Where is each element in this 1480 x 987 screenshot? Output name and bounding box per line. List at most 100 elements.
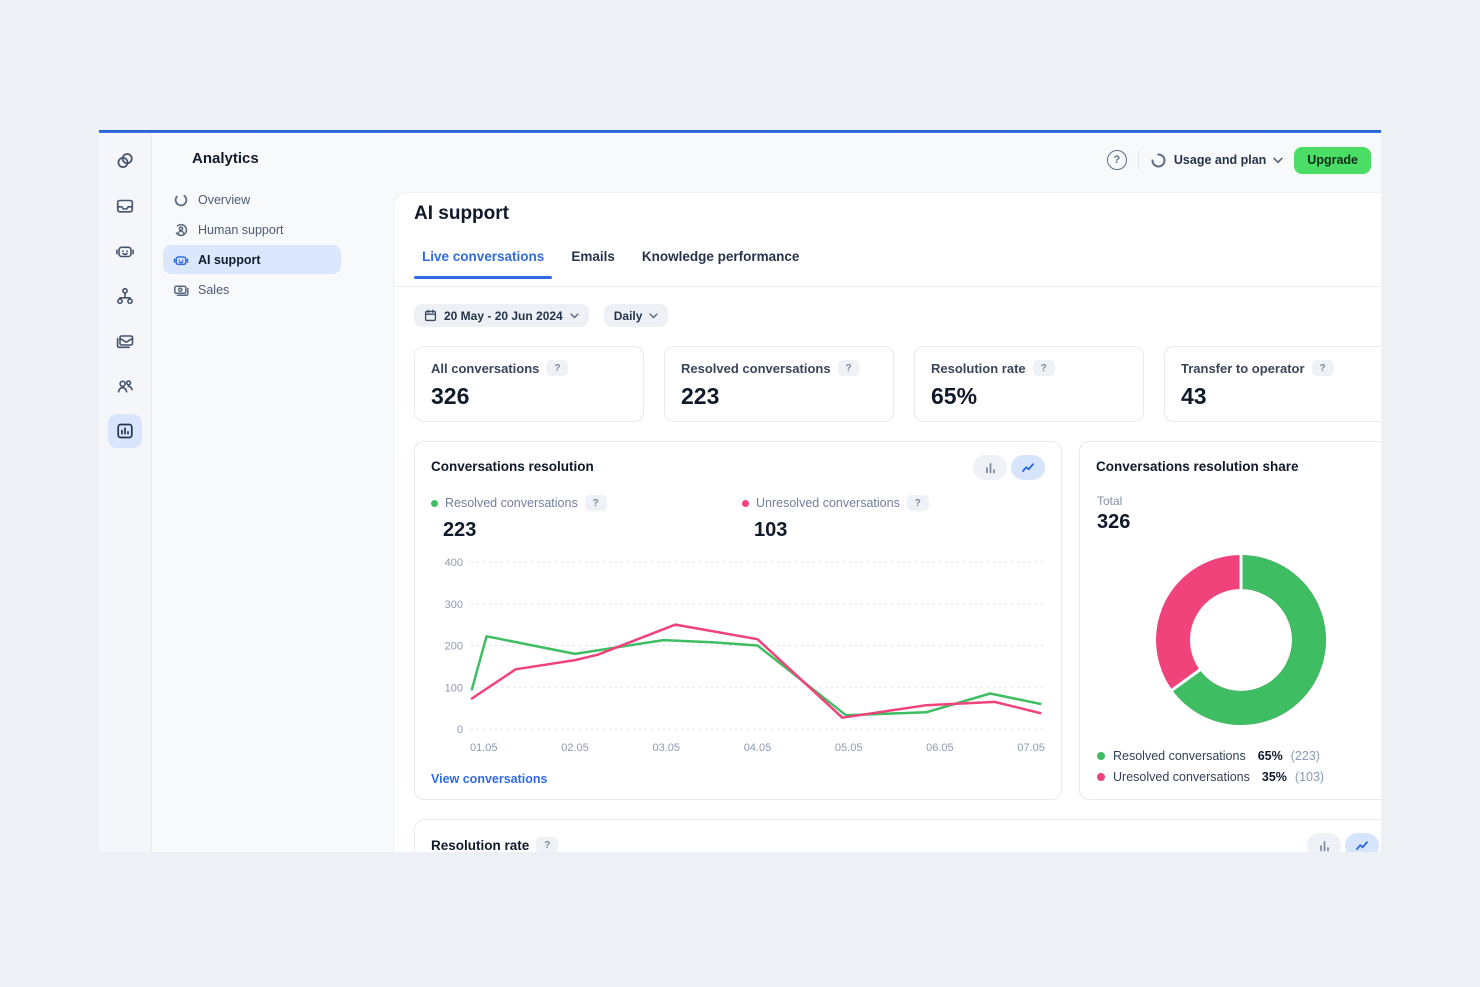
x-axis-label: 06.05 — [926, 742, 954, 754]
legend-label: Resolved conversations — [445, 496, 578, 510]
nav-item-sales[interactable]: Sales — [163, 275, 341, 304]
analytics-icon[interactable] — [108, 414, 142, 448]
human-support-icon — [173, 222, 189, 238]
legend-unresolved: Unresolved conversations ? 103 — [742, 495, 929, 542]
conversations-resolution-card: Conversations resolution Resolved conver… — [414, 441, 1062, 800]
stat-value: 223 — [681, 383, 877, 410]
header-controls: ? Usage and plan Upgrade — [1107, 143, 1371, 177]
conversations-resolution-share-card: Conversations resolution share Total 326… — [1079, 441, 1381, 800]
stat-label: All conversations — [431, 361, 539, 376]
sales-icon — [173, 282, 189, 298]
total-label: Total — [1097, 494, 1122, 508]
legend-label: Uresolved conversations — [1113, 770, 1250, 784]
contacts-icon[interactable] — [108, 369, 142, 403]
bar-chart-toggle-button[interactable] — [1307, 833, 1341, 852]
legend-label: Resolved conversations — [1113, 749, 1246, 763]
stat-cards: All conversations? 326 Resolved conversa… — [414, 346, 1381, 422]
stat-card-transfer-to-operator: Transfer to operator? 43 — [1164, 346, 1381, 422]
stat-value: 326 — [431, 383, 627, 410]
tabs: Live conversations Emails Knowledge perf… — [422, 249, 799, 279]
resolved-legend-dot — [1097, 752, 1105, 760]
legend-percent: 35% — [1262, 770, 1287, 784]
help-badge[interactable]: ? — [1033, 360, 1055, 376]
tab-live-conversations[interactable]: Live conversations — [422, 249, 544, 279]
chevron-down-icon — [1273, 157, 1283, 164]
help-badge[interactable]: ? — [907, 495, 929, 511]
card-title: Conversations resolution share — [1096, 459, 1299, 474]
legend-value: 103 — [754, 519, 929, 542]
card-title: Conversations resolution — [431, 459, 594, 474]
help-badge[interactable]: ? — [546, 360, 568, 376]
help-badge[interactable]: ? — [585, 495, 607, 511]
chart-type-toggle — [973, 455, 1045, 480]
stat-value: 65% — [931, 383, 1127, 410]
resolution-line-chart: 010020030040001.0502.0503.0504.0505.0506… — [431, 542, 1047, 758]
usage-and-plan-label: Usage and plan — [1174, 153, 1266, 167]
help-badge[interactable]: ? — [838, 360, 860, 376]
main-area: Analytics ? Usage and plan Upgrade — [151, 133, 1381, 852]
resolved-legend-dot — [431, 500, 438, 507]
x-axis-label: 02.05 — [561, 742, 589, 754]
legend-label: Unresolved conversations — [756, 496, 900, 510]
date-range-picker[interactable]: 20 May - 20 Jun 2024 — [414, 304, 589, 327]
app-window: Analytics ? Usage and plan Upgrade — [99, 130, 1381, 852]
unresolved-legend-dot — [742, 500, 749, 507]
lyro-bot-icon[interactable] — [108, 234, 142, 268]
stat-card-resolution-rate: Resolution rate? 65% — [914, 346, 1144, 422]
chevron-down-icon — [649, 313, 658, 319]
legend-count: (103) — [1295, 770, 1324, 784]
bar-chart-toggle-button[interactable] — [973, 455, 1007, 480]
view-conversations-link[interactable]: View conversations — [431, 772, 548, 786]
upgrade-button[interactable]: Upgrade — [1294, 147, 1371, 174]
help-badge[interactable]: ? — [536, 837, 558, 852]
chart-type-toggle — [1307, 833, 1379, 852]
date-range-value: 20 May - 20 Jun 2024 — [444, 309, 563, 323]
y-axis-label: 0 — [457, 724, 463, 736]
nav-item-label: AI support — [198, 253, 261, 267]
card-title: Resolution rate — [431, 838, 529, 853]
unresolved-legend-dot — [1097, 773, 1105, 781]
line-chart-toggle-button[interactable] — [1011, 455, 1045, 480]
line-chart-toggle-button[interactable] — [1345, 833, 1379, 852]
analytics-nav: Overview Human support — [163, 185, 341, 305]
x-axis-label: 03.05 — [652, 742, 680, 754]
header-divider — [1138, 150, 1139, 170]
x-axis-label: 01.05 — [470, 742, 498, 754]
tidio-logo-icon[interactable] — [108, 144, 142, 178]
series-line — [472, 625, 1040, 718]
inbox-icon[interactable] — [108, 189, 142, 223]
share-legend: Resolved conversations 65% (223) Uresolv… — [1097, 745, 1324, 787]
campaigns-mail-icon[interactable] — [108, 324, 142, 358]
x-axis-label: 07.05 — [1017, 742, 1045, 754]
flows-icon[interactable] — [108, 279, 142, 313]
x-axis-label: 05.05 — [835, 742, 863, 754]
help-badge[interactable]: ? — [1312, 360, 1334, 376]
usage-ring-icon — [1150, 152, 1167, 169]
legend-resolved: Resolved conversations ? 223 — [431, 495, 607, 542]
x-axis-label: 04.05 — [744, 742, 772, 754]
tab-knowledge-performance[interactable]: Knowledge performance — [642, 249, 800, 279]
nav-item-label: Sales — [198, 283, 229, 297]
usage-and-plan-menu[interactable]: Usage and plan — [1150, 152, 1283, 169]
stat-label: Transfer to operator — [1181, 361, 1305, 376]
y-axis-label: 400 — [445, 557, 463, 569]
granularity-value: Daily — [614, 309, 643, 323]
granularity-select[interactable]: Daily — [604, 304, 669, 327]
nav-item-ai-support[interactable]: AI support — [163, 245, 341, 274]
resolution-rate-card: Resolution rate ? — [414, 819, 1381, 852]
help-icon[interactable]: ? — [1107, 150, 1127, 170]
nav-item-human-support[interactable]: Human support — [163, 215, 341, 244]
share-legend-row-resolved: Resolved conversations 65% (223) — [1097, 745, 1324, 766]
tab-emails[interactable]: Emails — [571, 249, 615, 279]
nav-item-label: Human support — [198, 223, 283, 237]
legend-percent: 65% — [1258, 749, 1283, 763]
y-axis-label: 300 — [445, 599, 463, 611]
calendar-icon — [424, 309, 437, 322]
ai-support-panel: AI support Live conversations Emails Kno… — [393, 192, 1381, 852]
filters: 20 May - 20 Jun 2024 Daily — [414, 304, 668, 327]
nav-item-overview[interactable]: Overview — [163, 185, 341, 214]
panel-title: AI support — [414, 203, 509, 225]
stat-label: Resolved conversations — [681, 361, 831, 376]
page-header-title: Analytics — [192, 150, 259, 167]
y-axis-label: 200 — [445, 641, 463, 653]
